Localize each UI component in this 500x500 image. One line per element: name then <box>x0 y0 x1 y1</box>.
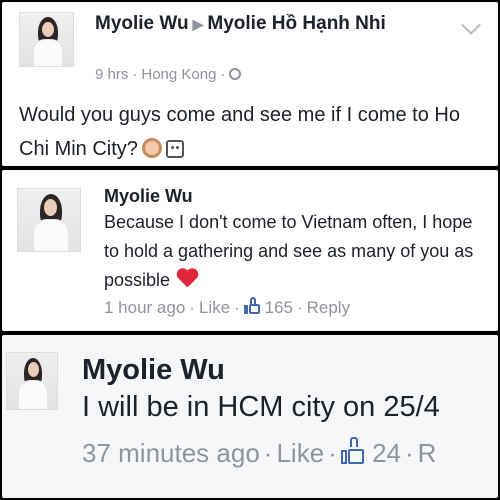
comment-author-name[interactable]: Myolie Wu <box>104 186 193 207</box>
comment-meta: 37 minutes ago · Like · 24 · R <box>82 437 437 468</box>
like-link[interactable]: Like <box>276 438 324 468</box>
post-card: Myolie Wu ▶ Myolie Hồ Hạnh Nhi 9 hrs · Hong … <box>2 2 498 166</box>
author-name[interactable]: Myolie Wu <box>95 13 189 34</box>
comment-card: Myolie Wu Because I don't come to Vietna… <box>2 170 498 331</box>
comment-text: Because I don't come to Vietnam often, I… <box>104 212 474 290</box>
reply-link[interactable]: R <box>418 438 437 468</box>
thumbs-up-icon[interactable] <box>340 437 365 464</box>
target-page-name[interactable]: Myolie Hồ Hạnh Nhi <box>207 13 385 34</box>
like-count[interactable]: 165 <box>265 298 293 317</box>
author-avatar[interactable] <box>19 12 74 67</box>
comment-meta: 1 hour ago · Like · 165 · Reply <box>104 297 351 317</box>
reply-link[interactable]: Reply <box>307 298 350 317</box>
chevron-down-icon[interactable] <box>461 15 481 35</box>
heart-icon <box>176 269 198 289</box>
thumbs-up-icon[interactable] <box>243 297 260 314</box>
comment-time[interactable]: 1 hour ago <box>104 298 185 317</box>
like-link[interactable]: Like <box>199 298 230 317</box>
ghost-emoji-icon <box>165 140 184 158</box>
post-text: Would you guys come and see me if I come… <box>19 104 460 160</box>
comment-time[interactable]: 37 minutes ago <box>82 438 260 468</box>
girl-emoji-icon <box>141 138 162 158</box>
comment-author-avatar[interactable] <box>17 188 81 252</box>
comment-body: Because I don't come to Vietnam often, I… <box>104 208 484 295</box>
post-time[interactable]: 9 hrs <box>95 66 128 83</box>
comment-text: I will be in HCM city on 25/4 <box>82 391 440 423</box>
arrow-right-icon: ▶ <box>192 16 204 32</box>
post-meta: 9 hrs · Hong Kong · <box>95 66 242 83</box>
like-count[interactable]: 24 <box>372 438 401 468</box>
post-body: Would you guys come and see me if I come… <box>19 98 489 166</box>
comment-author-name[interactable]: Myolie Wu <box>82 354 225 387</box>
globe-icon <box>229 68 242 80</box>
comment-author-avatar[interactable] <box>6 352 58 410</box>
post-header: Myolie Wu ▶ Myolie Hồ Hạnh Nhi <box>95 11 435 37</box>
comment-card-zoomed: Myolie Wu I will be in HCM city on 25/4 … <box>2 335 498 498</box>
post-location[interactable]: Hong Kong <box>141 66 216 83</box>
